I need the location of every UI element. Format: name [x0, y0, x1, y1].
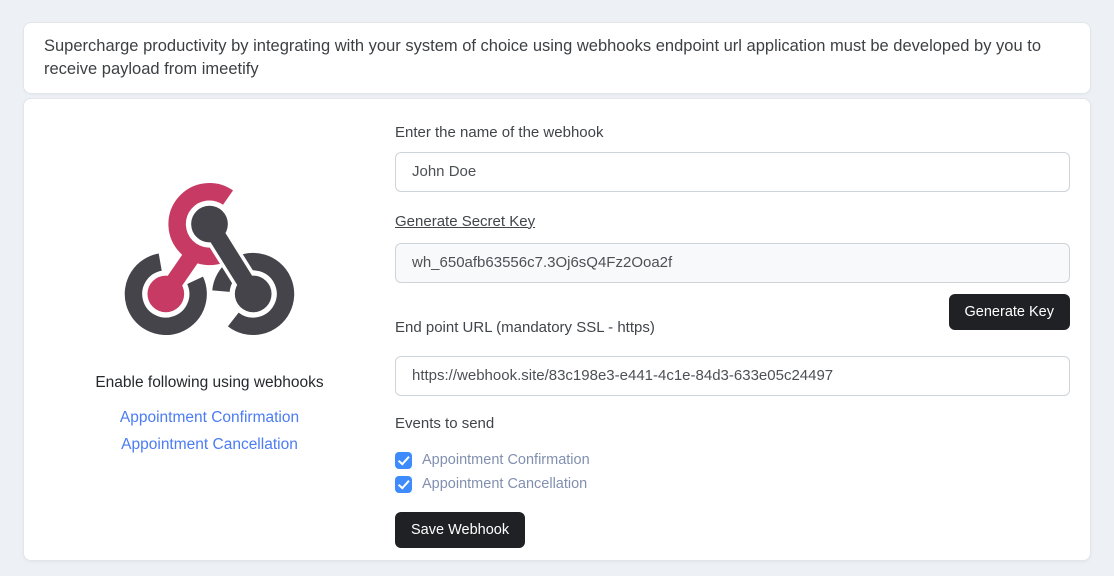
link-appointment-confirmation[interactable]: Appointment Confirmation — [120, 409, 299, 427]
webhook-name-input[interactable] — [395, 152, 1070, 192]
checkbox-label-cancellation[interactable]: Appointment Cancellation — [422, 476, 587, 492]
webhook-info-panel: Enable following using webhooks Appointm… — [24, 99, 395, 560]
endpoint-url-input[interactable] — [395, 356, 1070, 396]
event-row-cancellation: Appointment Cancellation — [395, 476, 1070, 493]
secret-key-input[interactable] — [395, 243, 1070, 283]
link-appointment-cancellation[interactable]: Appointment Cancellation — [121, 436, 298, 454]
webhook-settings-card: Enable following using webhooks Appointm… — [23, 98, 1091, 561]
generate-key-button[interactable]: Generate Key — [949, 294, 1070, 330]
header-text: Supercharge productivity by integrating … — [44, 35, 1070, 81]
enable-webhooks-caption: Enable following using webhooks — [95, 374, 323, 392]
checkbox-appointment-cancellation[interactable] — [395, 476, 412, 493]
checkbox-appointment-confirmation[interactable] — [395, 452, 412, 469]
webhook-name-label: Enter the name of the webhook — [395, 124, 1070, 141]
event-row-confirmation: Appointment Confirmation — [395, 452, 1070, 469]
save-webhook-button[interactable]: Save Webhook — [395, 512, 525, 548]
webhook-icon — [122, 176, 297, 342]
webhook-feature-links: Appointment Confirmation Appointment Can… — [120, 409, 299, 454]
generate-secret-key-link[interactable]: Generate Secret Key — [395, 213, 535, 230]
events-to-send-label: Events to send — [395, 415, 1070, 432]
webhook-form: Enter the name of the webhook Generate S… — [395, 99, 1090, 560]
header-card: Supercharge productivity by integrating … — [23, 22, 1091, 94]
endpoint-label-row: End point URL (mandatory SSL - https) Ge… — [395, 294, 1070, 336]
endpoint-url-label: End point URL (mandatory SSL - https) — [395, 319, 655, 336]
checkbox-label-confirmation[interactable]: Appointment Confirmation — [422, 452, 590, 468]
